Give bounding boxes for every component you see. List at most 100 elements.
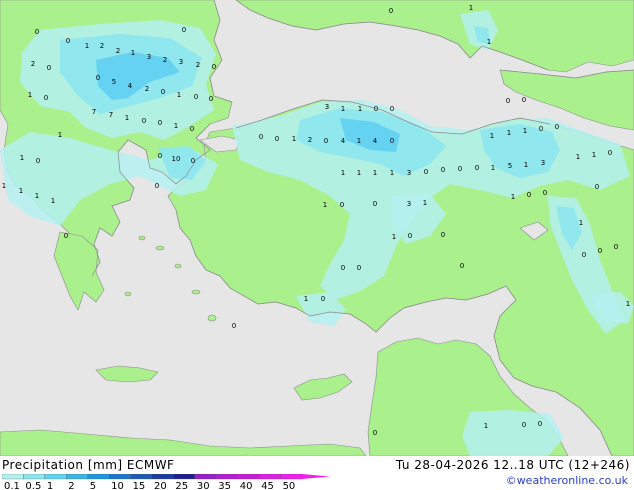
precip-value-label: 0 — [194, 93, 198, 101]
legend-swatch — [44, 474, 67, 480]
precip-value-label: 0 — [458, 165, 462, 173]
precip-value-label: 1 — [524, 161, 528, 169]
precip-value-label: 5 — [508, 162, 512, 170]
precip-value-label: 0 — [275, 135, 279, 143]
legend-label: 30 — [197, 481, 210, 490]
legend-label: 25 — [175, 481, 188, 490]
precip-value-label: 1 — [357, 169, 361, 177]
legend-label: 1 — [47, 481, 53, 490]
precip-value-label: 1 — [490, 132, 494, 140]
precip-value-label: 0 — [460, 262, 464, 270]
precip-value-label: 2 — [116, 47, 120, 55]
precip-value-label: 3 — [407, 169, 411, 177]
legend-swatch — [194, 474, 217, 480]
precip-value-label: 10 — [172, 155, 181, 163]
precip-value-label: 0 — [538, 420, 542, 428]
precip-value-label: 0 — [543, 189, 547, 197]
island — [207, 314, 217, 322]
island — [174, 263, 182, 269]
island — [124, 291, 132, 297]
precip-value-label: 1 — [511, 193, 515, 201]
legend-swatch — [216, 474, 238, 480]
precip-value-label: 2 — [100, 42, 104, 50]
precip-value-label: 0 — [374, 105, 378, 113]
precip-value-label: 0 — [539, 125, 543, 133]
legend-swatch — [87, 474, 110, 480]
precip-value-label: 0 — [614, 243, 618, 251]
precip-value-label: 0 — [390, 137, 394, 145]
precip-value-label: 2 — [196, 61, 200, 69]
legend-swatch — [237, 474, 260, 480]
precip-value-label: 0 — [209, 95, 213, 103]
legend-label: 2 — [68, 481, 74, 490]
legend-label: 40 — [240, 481, 253, 490]
precip-value-label: 0 — [96, 74, 100, 82]
precip-value-label: 0 — [191, 157, 195, 165]
precip-value-label: 0 — [389, 7, 393, 15]
legend-swatch — [280, 474, 303, 480]
precip-value-label: 0 — [373, 200, 377, 208]
legend-label: 0.5 — [25, 481, 41, 490]
precip-value-label: 1 — [341, 105, 345, 113]
credit-link[interactable]: ©weatheronline.co.uk — [506, 474, 628, 487]
precip-value-label: 7 — [92, 108, 96, 116]
map-title: Precipitation [mm] ECMWF — [2, 458, 175, 472]
precip-value-label: 0 — [35, 28, 39, 36]
precip-value-label: 0 — [608, 149, 612, 157]
precip-value-label: 1 — [35, 192, 39, 200]
precip-value-label: 0 — [64, 232, 68, 240]
precip-value-label: 0 — [212, 63, 216, 71]
legend-label: 20 — [154, 481, 167, 490]
precip-value-label: 1 — [579, 219, 583, 227]
legend-label: 35 — [218, 481, 231, 490]
precip-value-label: 1 — [592, 151, 596, 159]
precip-value-label: 0 — [259, 133, 263, 141]
precip-value-label: 1 — [484, 422, 488, 430]
precip-value-label: 1 — [576, 153, 580, 161]
precip-value-label: 3 — [541, 159, 545, 167]
precip-value-label: 3 — [179, 58, 183, 66]
precip-value-label: 0 — [44, 94, 48, 102]
precip-value-label: 1 — [491, 164, 495, 172]
precip-value-label: 7 — [109, 111, 113, 119]
precip-value-label: 0 — [598, 247, 602, 255]
legend-label: 15 — [133, 481, 146, 490]
precip-value-label: 5 — [112, 78, 116, 86]
precip-value-label: 1 — [131, 49, 135, 57]
legend-swatch — [151, 474, 174, 480]
precip-value-label: 0 — [522, 96, 526, 104]
precip-value-label: 2 — [31, 60, 35, 68]
precip-value-label: 1 — [507, 129, 511, 137]
precip-value-label: 0 — [555, 123, 559, 131]
legend-arrow — [302, 474, 330, 479]
precip-value-label: 0 — [522, 421, 526, 429]
legend-swatch — [2, 474, 24, 480]
precip-value-label: 4 — [128, 82, 133, 90]
precip-value-label: 0 — [161, 88, 165, 96]
legend-swatch — [66, 474, 88, 480]
island — [138, 235, 146, 241]
precip-value-label: 0 — [36, 157, 40, 165]
precip-value-label: 3 — [325, 103, 329, 111]
precip-value-label: 0 — [340, 201, 344, 209]
precip-value-label: 0 — [155, 182, 159, 190]
precip-value-label: 1 — [373, 169, 377, 177]
precip-value-label: 4 — [373, 137, 378, 145]
precip-value-label: 0 — [595, 183, 599, 191]
island — [191, 289, 201, 295]
precip-value-label: 0 — [441, 231, 445, 239]
precip-value-label: 0 — [582, 251, 586, 259]
precip-value-label: 1 — [341, 169, 345, 177]
precip-value-label: 0 — [475, 164, 479, 172]
precip-value-label: 1 — [292, 135, 296, 143]
precip-value-label: 1 — [323, 201, 327, 209]
precip-value-label: 1 — [469, 4, 473, 12]
island — [155, 245, 165, 251]
legend-label: 5 — [90, 481, 96, 490]
precipitation-map: 01 22 1 3 2 3 2 0002 00 5 4 2 0 1 01 07 7 1 0 0 1 0010 10 01 011… — [0, 0, 634, 456]
legend-swatch — [108, 474, 131, 480]
precip-value-label: 0 — [341, 264, 345, 272]
precip-value-label: 0 — [66, 37, 70, 45]
precip-value-label: 1 — [523, 127, 527, 135]
precip-value-label: 1 — [85, 42, 89, 50]
